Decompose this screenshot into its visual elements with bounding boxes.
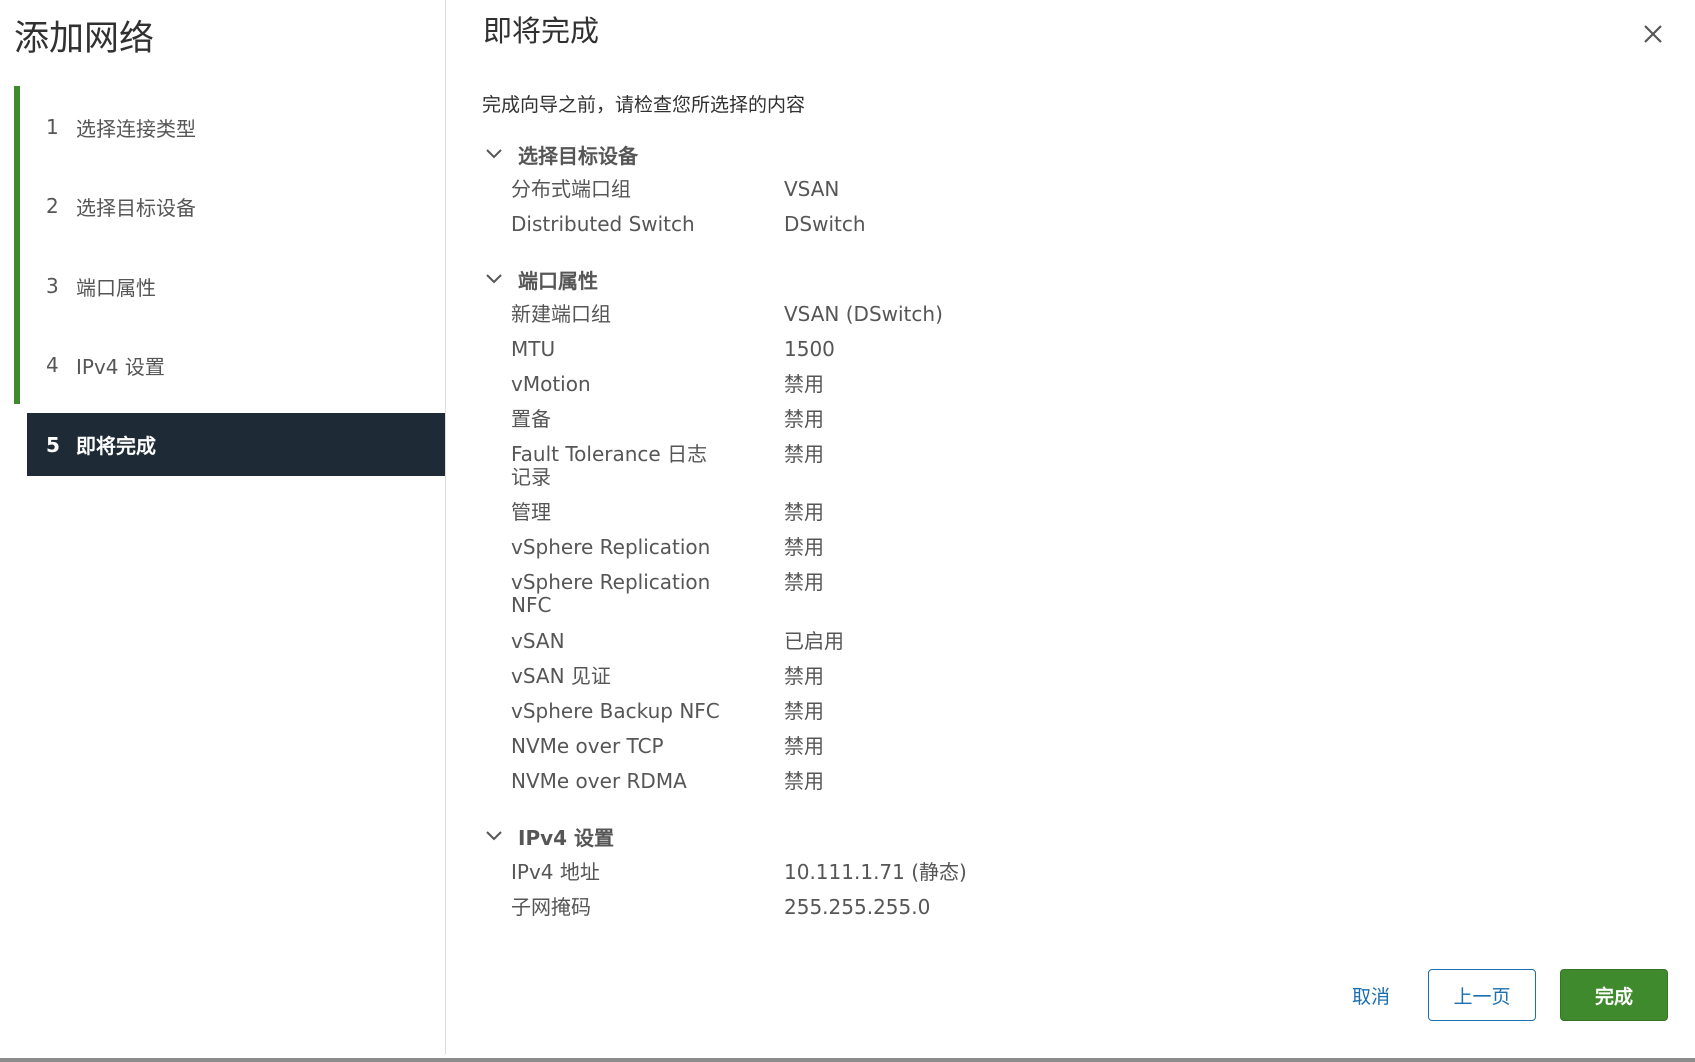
cancel-button[interactable]: 取消 [1316,969,1426,1021]
section-toggle-ipv4-settings[interactable]: IPv4 设置 [484,822,614,851]
review-instructions: 完成向导之前，请检查您所选择的内容 [482,94,806,116]
add-network-wizard: 添加网络 1 选择连接类型 2 选择目标设备 3 端口属性 4 IPv4 设置 … [0,0,1695,1062]
step-number: 4 [46,353,59,377]
close-icon [1644,25,1662,43]
wizard-step-4[interactable]: 4 IPv4 设置 [27,335,445,395]
wizard-content: 即将完成 完成向导之前，请检查您所选择的内容 选择目标设备 分布式端口组 VSA… [446,0,1695,1054]
row-value: DSwitch [784,212,866,236]
row-label: 管理 [511,500,551,524]
row-label: 置备 [511,407,551,431]
row-value: 禁用 [784,769,824,793]
row-value: 禁用 [784,535,824,559]
row-value: 1500 [784,337,835,361]
wizard-step-1[interactable]: 1 选择连接类型 [27,97,445,157]
row-value: 禁用 [784,664,824,688]
row-value: 禁用 [784,372,824,396]
wizard-step-3[interactable]: 3 端口属性 [27,256,445,316]
row-value: VSAN [784,177,840,201]
step-progress-rail [14,86,20,404]
row-value: 10.111.1.71 (静态) [784,860,967,884]
row-label: 新建端口组 [511,302,611,326]
row-label: vSAN [511,629,565,653]
page-title: 即将完成 [483,14,600,48]
step-label: 端口属性 [76,275,156,300]
row-label: vSphere Replication [511,535,711,559]
row-label: vSphere Backup NFC [511,699,720,723]
row-value: 禁用 [784,734,824,758]
row-label: NVMe over RDMA [511,769,687,793]
chevron-down-icon [484,272,506,288]
row-label: vSphere Replication NFC [511,570,711,617]
row-value: 255.255.255.0 [784,895,931,919]
finish-button[interactable]: 完成 [1560,969,1668,1021]
row-value: 已启用 [784,629,844,653]
step-label: 即将完成 [76,434,156,458]
wizard-title: 添加网络 [14,19,155,59]
section-title: 选择目标设备 [518,144,638,168]
section-toggle-port-properties[interactable]: 端口属性 [484,265,598,294]
row-value: 禁用 [784,442,824,466]
row-label: vMotion [511,372,591,396]
step-number: 2 [46,194,59,218]
row-value: 禁用 [784,500,824,524]
chevron-down-icon [484,147,506,163]
section-title: IPv4 设置 [518,826,615,850]
row-label: IPv4 地址 [511,860,600,884]
wizard-sidebar: 添加网络 1 选择连接类型 2 选择目标设备 3 端口属性 4 IPv4 设置 … [0,0,446,1054]
row-label: NVMe over TCP [511,734,664,758]
row-label: 子网掩码 [511,895,591,919]
wizard-step-5-active[interactable]: 5 即将完成 [27,413,445,476]
row-value: 禁用 [784,570,824,594]
row-value: 禁用 [784,699,824,723]
row-value: VSAN (DSwitch) [784,302,943,326]
section-title: 端口属性 [518,269,598,293]
row-label: 分布式端口组 [511,177,631,201]
step-label: IPv4 设置 [76,354,165,379]
row-label: Distributed Switch [511,212,695,236]
step-number: 3 [46,274,59,298]
row-label: vSAN 见证 [511,664,611,688]
chevron-down-icon [484,829,506,845]
row-label: MTU [511,337,556,361]
close-button[interactable] [1637,18,1669,50]
back-button[interactable]: 上一页 [1428,969,1536,1021]
row-value: 禁用 [784,407,824,431]
wizard-step-2[interactable]: 2 选择目标设备 [27,176,445,236]
step-number: 1 [46,115,59,139]
row-label: Fault Tolerance 日志记录 [511,442,708,489]
step-label: 选择目标设备 [76,195,196,220]
step-label: 选择连接类型 [76,116,196,141]
step-number: 5 [46,432,60,457]
section-toggle-target-device[interactable]: 选择目标设备 [484,140,638,169]
